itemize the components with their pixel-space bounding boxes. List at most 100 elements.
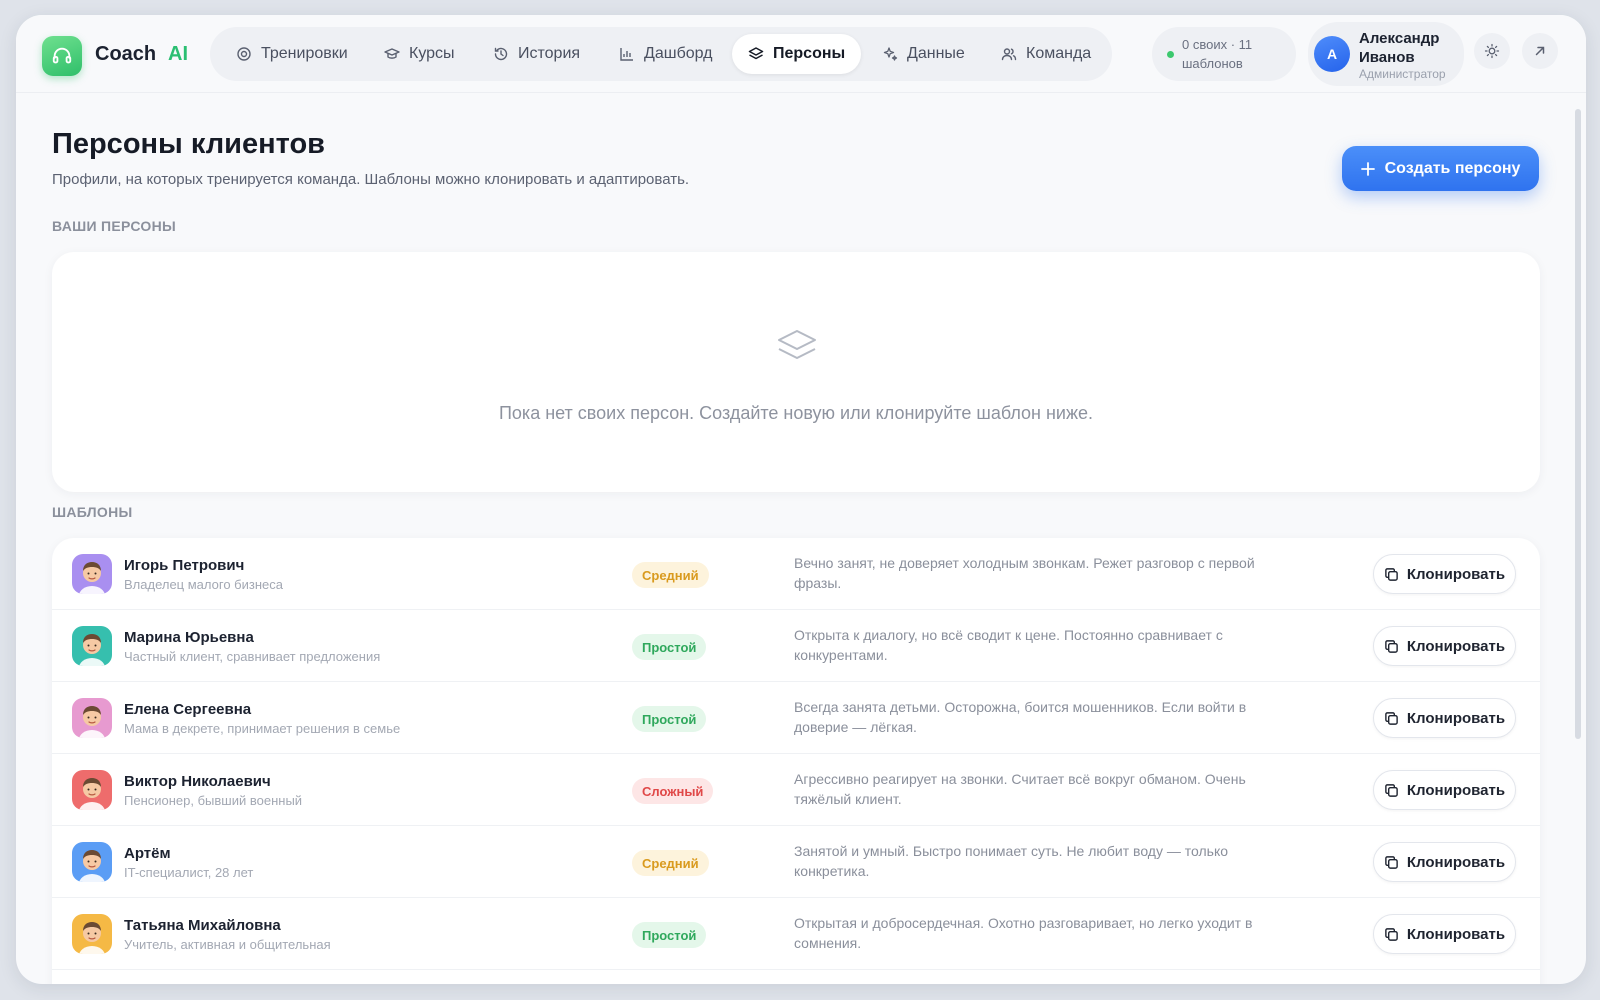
templates-list: Игорь Петрович Владелец малого бизнеса Сре… [52, 538, 1540, 984]
persona-role: Пенсионер, бывший военный [124, 793, 303, 808]
nav-label: Персоны [773, 45, 846, 62]
app-window: Coach AI Тренировки Курсы История Дашбор… [16, 15, 1586, 984]
persona-description: Открыта к диалогу, но всё сводит к цене.… [794, 627, 1223, 663]
nav-label: Тренировки [261, 45, 348, 62]
persona-avatar-icon [72, 698, 112, 738]
avatar: А [1314, 36, 1350, 72]
user-role: Администратор [1359, 67, 1446, 81]
bar-chart-icon [620, 48, 633, 61]
nav-item-courses[interactable]: Курсы [368, 34, 471, 74]
persona-role: Мама в декрете, принимает решения в семь… [124, 721, 401, 736]
logout-button[interactable] [1522, 33, 1558, 69]
clone-label: Клонировать [1406, 853, 1506, 871]
main-nav: Тренировки Курсы История Дашборд Персоны… [210, 27, 1112, 81]
persona-name: Игорь Петрович [124, 557, 245, 574]
nav-label: Дашборд [644, 45, 713, 62]
scrollbar[interactable] [1575, 109, 1581, 739]
clone-label: Клонировать [1406, 709, 1506, 727]
page-subtitle: Профили, на которых тренируется команда.… [52, 171, 690, 188]
sparkles-icon [883, 47, 898, 61]
persona-description: Занятой и умный. Быстро понимает суть. Н… [794, 843, 1229, 879]
persona-description: Всегда занята детьми. Осторожна, боится … [794, 699, 1247, 735]
top-bar: Coach AI Тренировки Курсы История Дашбор… [16, 15, 1586, 93]
copy-icon [1385, 639, 1398, 653]
empty-state-card: Пока нет своих персон. Создайте новую ил… [52, 252, 1540, 492]
nav-item-data[interactable]: Данные [866, 34, 981, 74]
users-icon [1001, 48, 1017, 61]
list-item: Марина Юрьевна Частный клиент, сравнивает… [52, 610, 1540, 682]
difficulty-badge: Средний [632, 562, 709, 588]
list-item: Артём IT-специалист, 28 лет Средний Занятой… [52, 826, 1540, 898]
nav-item-dashboard[interactable]: Дашборд [603, 34, 729, 74]
list-item-partial [52, 970, 1540, 984]
difficulty-badge: Простой [632, 634, 707, 660]
theme-toggle-button[interactable] [1474, 33, 1510, 69]
layers-icon [748, 47, 764, 60]
page-title: Персоны клиентов [52, 128, 325, 160]
nav-label: Команда [1026, 45, 1092, 62]
list-item: Елена Сергеевна Мама в декрете, принимает… [52, 682, 1540, 754]
app-name: Coach [95, 43, 157, 65]
nav-label: Курсы [409, 45, 455, 62]
nav-label: История [518, 45, 581, 62]
persona-avatar-icon [72, 842, 112, 882]
status-dot-icon [1167, 50, 1174, 58]
copy-icon [1385, 567, 1398, 581]
copy-icon [1385, 711, 1398, 725]
layers-icon [778, 330, 816, 359]
plus-icon [1360, 161, 1375, 176]
clone-button[interactable]: Клонировать [1373, 698, 1516, 738]
clone-button[interactable]: Клонировать [1373, 842, 1516, 882]
persona-role: IT-специалист, 28 лет [124, 865, 254, 880]
user-name: Александр Иванов [1359, 30, 1440, 66]
list-item: Татьяна Михайловна Учитель, активная и об… [52, 898, 1540, 970]
persona-description: Открытая и доброcердечная. Охотно разгов… [794, 915, 1253, 951]
app-name-accent: AI [168, 43, 188, 65]
nav-label: Данные [907, 45, 965, 62]
clone-label: Клонировать [1406, 565, 1506, 583]
nav-item-trainings[interactable]: Тренировки [220, 34, 364, 74]
difficulty-badge: Простой [632, 922, 707, 948]
difficulty-badge: Средний [632, 850, 709, 876]
copy-icon [1385, 783, 1398, 797]
clone-button[interactable]: Клонировать [1373, 626, 1516, 666]
user-menu[interactable]: А Александр Иванов Администратор [1308, 22, 1464, 86]
persona-name: Марина Юрьевна [124, 629, 254, 646]
persona-description: Вечно занят, не доверяет холодным звонка… [794, 555, 1255, 591]
clone-button[interactable]: Клонировать [1373, 914, 1516, 954]
sun-icon [1484, 43, 1500, 59]
create-persona-button[interactable]: Создать персону [1342, 146, 1539, 191]
clone-button[interactable]: Клонировать [1373, 770, 1516, 810]
create-persona-label: Создать персону [1384, 159, 1521, 177]
empty-state-text: Пока нет своих персон. Создайте новую ил… [498, 403, 1094, 423]
persona-avatar-icon [72, 554, 112, 594]
nav-item-history[interactable]: История [477, 34, 596, 74]
persona-avatar-icon [72, 914, 112, 954]
clone-label: Клонировать [1406, 781, 1506, 799]
clone-button[interactable]: Клонировать [1373, 554, 1516, 594]
history-icon [494, 47, 508, 61]
copy-icon [1385, 927, 1398, 941]
persona-name: Артём [124, 845, 171, 862]
personas-count-text: 0 своих · 11 шаблонов [1182, 37, 1253, 71]
persona-role: Частный клиент, сравнивает предложения [124, 649, 381, 664]
persona-name: Елена Сергеевна [124, 701, 252, 718]
section-label-templates: ШАБЛОНЫ [52, 504, 133, 520]
arrow-up-right-icon [1535, 46, 1545, 56]
persona-avatar-icon [72, 770, 112, 810]
nav-item-personas[interactable]: Персоны [732, 34, 862, 74]
persona-description: Агрессивно реагирует на звонки. Считает … [794, 771, 1246, 807]
headset-logo-icon[interactable] [42, 36, 82, 76]
persona-avatar-icon [72, 626, 112, 666]
nav-item-team[interactable]: Команда [985, 34, 1107, 74]
persona-name: Виктор Николаевич [124, 773, 271, 790]
difficulty-badge: Сложный [632, 778, 714, 804]
persona-role: Учитель, активная и общительная [124, 937, 331, 952]
section-label-your-personas: ВАШИ ПЕРСОНЫ [52, 218, 177, 234]
difficulty-badge: Простой [632, 706, 707, 732]
clone-label: Клонировать [1406, 925, 1506, 943]
persona-role: Владелец малого бизнеса [124, 577, 283, 592]
copy-icon [1385, 855, 1398, 869]
clone-label: Клонировать [1406, 637, 1506, 655]
list-item: Виктор Николаевич Пенсионер, бывший военн… [52, 754, 1540, 826]
